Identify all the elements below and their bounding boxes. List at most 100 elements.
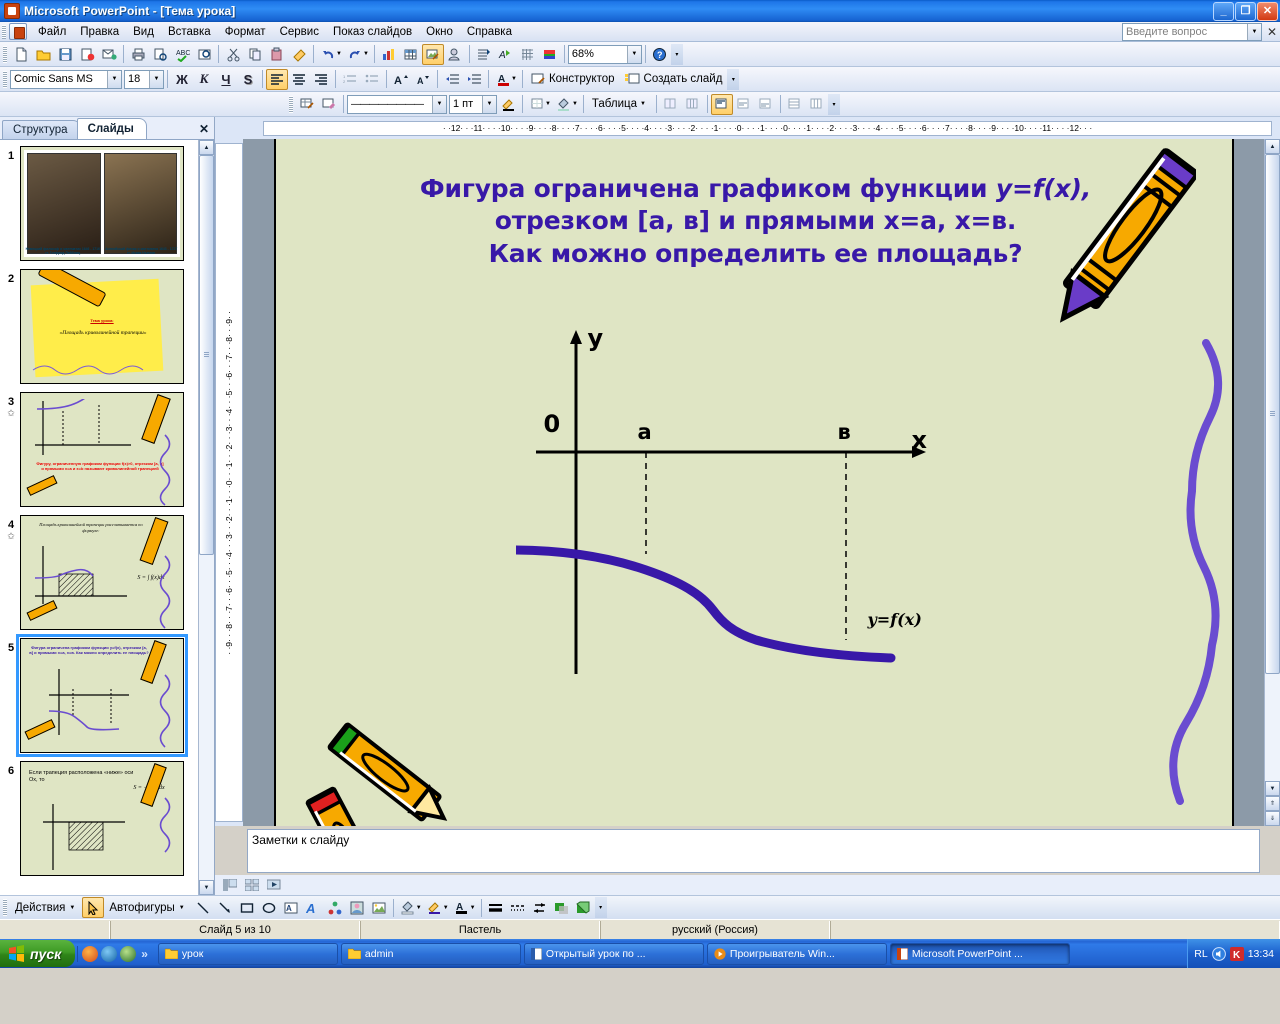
distribute-columns-icon[interactable] xyxy=(806,94,828,115)
font-color-icon[interactable]: A xyxy=(492,69,514,90)
scrollbar-track[interactable] xyxy=(199,155,214,880)
slide-vertical-scrollbar[interactable]: ▲ ▼ ⇑ ⇓ xyxy=(1264,139,1280,826)
rectangle-icon[interactable] xyxy=(236,897,258,918)
chevron-down-icon[interactable]: ▼ xyxy=(69,905,75,911)
picture-icon[interactable] xyxy=(368,897,390,918)
draw-table-icon[interactable] xyxy=(296,94,318,115)
undo-icon[interactable] xyxy=(317,44,339,65)
language-indicator[interactable]: RL xyxy=(1194,948,1207,960)
chevron-down-icon[interactable]: ▼ xyxy=(179,905,185,911)
list-item[interactable]: 6 Если трапеция расположена «ниже» оси O… xyxy=(2,761,194,876)
bulleted-list-icon[interactable] xyxy=(361,69,383,90)
start-button[interactable]: пуск xyxy=(0,940,76,967)
scroll-up-button[interactable]: ▲ xyxy=(199,140,214,155)
autoshapes-menu-button[interactable]: Автофигуры ▼ xyxy=(104,898,191,918)
slide-thumbnail-2[interactable]: Тема урока: «Площадь криволинейной трапе… xyxy=(20,269,184,384)
tables-borders-icon[interactable] xyxy=(473,44,495,65)
border-weight-combo[interactable]: 1 пт ▼ xyxy=(449,94,497,114)
list-item[interactable]: 2 Тема урока: «Площадь криволинейной тра… xyxy=(2,269,194,384)
formatting-toolbar-overflow-button[interactable]: ▾ xyxy=(727,68,740,90)
insert-picture-icon[interactable] xyxy=(421,43,444,65)
slide-sorter-view-icon[interactable] xyxy=(241,875,263,896)
align-right-icon[interactable] xyxy=(310,69,332,90)
list-item[interactable]: 5 Фигура ограничена графиком функции y=f… xyxy=(2,634,194,757)
font-color-icon[interactable]: A xyxy=(451,897,473,918)
chevron-down-icon[interactable]: ▼ xyxy=(626,45,641,63)
thumbnail-list[interactable]: 1 Немецкий философ и математик 1646 - 17… xyxy=(0,139,214,895)
tab-slides[interactable]: Слайды xyxy=(76,118,147,139)
text-shadow-button[interactable]: S xyxy=(237,69,259,90)
minimize-button[interactable]: _ xyxy=(1213,1,1234,21)
menu-tools[interactable]: Сервис xyxy=(273,24,326,40)
line-color-icon[interactable] xyxy=(424,897,446,918)
thumbnails-scrollbar[interactable]: ▲ ▼ xyxy=(198,140,214,895)
redo-icon[interactable] xyxy=(344,44,366,65)
menu-window[interactable]: Окно xyxy=(419,24,460,40)
oval-icon[interactable] xyxy=(258,897,280,918)
slide-thumbnail-4[interactable]: Площадь криволинейной трапеции рассчитыв… xyxy=(20,515,184,630)
drawing-toolbar-overflow-button[interactable]: ▾ xyxy=(594,897,607,918)
slide-thumbnail-5[interactable]: Фигура ограничена графиком функции y=f(x… xyxy=(16,634,188,757)
slide-thumbnail-1[interactable]: Немецкий философ и математик 1646 - 1716… xyxy=(20,146,184,261)
permission-icon[interactable] xyxy=(76,44,98,65)
outside-borders-icon[interactable] xyxy=(526,94,548,115)
decrease-indent-icon[interactable] xyxy=(441,69,463,90)
line-icon[interactable] xyxy=(192,897,214,918)
split-cells-icon[interactable] xyxy=(682,94,704,115)
font-size-combo[interactable]: 18 ▼ xyxy=(124,69,164,89)
spelling-icon[interactable]: ABC xyxy=(171,44,193,65)
chevron-down-icon[interactable]: ▼ xyxy=(149,70,163,88)
chevron-down-icon[interactable]: ▼ xyxy=(482,95,496,113)
menu-view[interactable]: Вид xyxy=(126,24,161,40)
cut-icon[interactable] xyxy=(222,44,244,65)
menubar-grip[interactable] xyxy=(2,24,6,39)
taskbar-item-media-player[interactable]: Проигрыватель Win... xyxy=(706,942,887,965)
taskbar-item-admin[interactable]: admin xyxy=(340,942,521,965)
menu-help[interactable]: Справка xyxy=(460,24,519,40)
slide-thumbnail-3[interactable]: Фигуру, ограниченную графиком функции f(… xyxy=(20,392,184,507)
previous-slide-button[interactable]: ⇑ xyxy=(1265,796,1280,811)
textbox-icon[interactable]: A xyxy=(280,897,302,918)
help-icon[interactable]: ? xyxy=(649,44,671,65)
media-icon[interactable] xyxy=(120,945,137,962)
color-icon[interactable] xyxy=(539,44,561,65)
quicklaunch-overflow-icon[interactable]: » xyxy=(139,947,148,961)
list-item[interactable]: 4 ✩ Площадь криволинейной трапеции рассч… xyxy=(2,515,194,630)
drawing-toolbar-grip[interactable] xyxy=(3,899,7,916)
browser-icon[interactable] xyxy=(82,945,99,962)
shadow-icon[interactable] xyxy=(551,897,573,918)
language-indicator[interactable]: русский (Россия) xyxy=(600,920,830,939)
email-icon[interactable] xyxy=(98,44,120,65)
grid-icon[interactable] xyxy=(517,44,539,65)
formatting-toolbar-grip[interactable] xyxy=(3,70,7,88)
select-arrow-icon[interactable] xyxy=(82,897,105,918)
print-preview-icon[interactable] xyxy=(149,44,171,65)
restore-button[interactable]: ❐ xyxy=(1235,1,1256,21)
scroll-down-button[interactable]: ▼ xyxy=(1265,781,1280,796)
taskbar-item-powerpoint[interactable]: Microsoft PowerPoint ... xyxy=(889,942,1070,965)
standard-toolbar-overflow-button[interactable]: ▾ xyxy=(670,43,683,65)
current-slide[interactable]: Фигура ограничена графиком функции y=f(x… xyxy=(273,139,1234,826)
taskbar-item-word-doc[interactable]: Открытый урок по ... xyxy=(523,942,704,965)
designer-button[interactable]: Конструктор xyxy=(526,69,620,89)
align-bottom-icon[interactable] xyxy=(755,94,777,115)
tables-toolbar-grip[interactable] xyxy=(289,95,293,113)
notes-pane[interactable]: Заметки к слайду xyxy=(247,829,1260,873)
copy-icon[interactable] xyxy=(244,44,266,65)
animation-icon[interactable]: A xyxy=(495,44,517,65)
zoom-combo[interactable]: 68% ▼ xyxy=(567,44,642,64)
normal-view-icon[interactable] xyxy=(219,875,241,896)
chevron-down-icon[interactable]: ▼ xyxy=(432,95,446,113)
bold-button[interactable]: Ж xyxy=(171,69,193,90)
border-color-icon[interactable] xyxy=(497,94,519,115)
menu-insert[interactable]: Вставка xyxy=(161,24,218,40)
ie-icon[interactable] xyxy=(101,945,118,962)
next-slide-button[interactable]: ⇓ xyxy=(1265,811,1280,826)
slideshow-view-icon[interactable] xyxy=(263,875,285,896)
horizontal-ruler[interactable]: · ·12· · ·11· · · ·10· · · ·9· · · ·8· ·… xyxy=(215,117,1280,139)
open-icon[interactable] xyxy=(32,44,54,65)
vertical-ruler[interactable]: · ·9· · ·8· · ·7· · ·6· · ·5· · ·4· · ·3… xyxy=(215,139,243,826)
menubar-close-icon[interactable]: ✕ xyxy=(1264,25,1280,39)
list-item[interactable]: 1 Немецкий философ и математик 1646 - 17… xyxy=(2,146,194,261)
increase-font-size-icon[interactable]: A xyxy=(390,69,412,90)
